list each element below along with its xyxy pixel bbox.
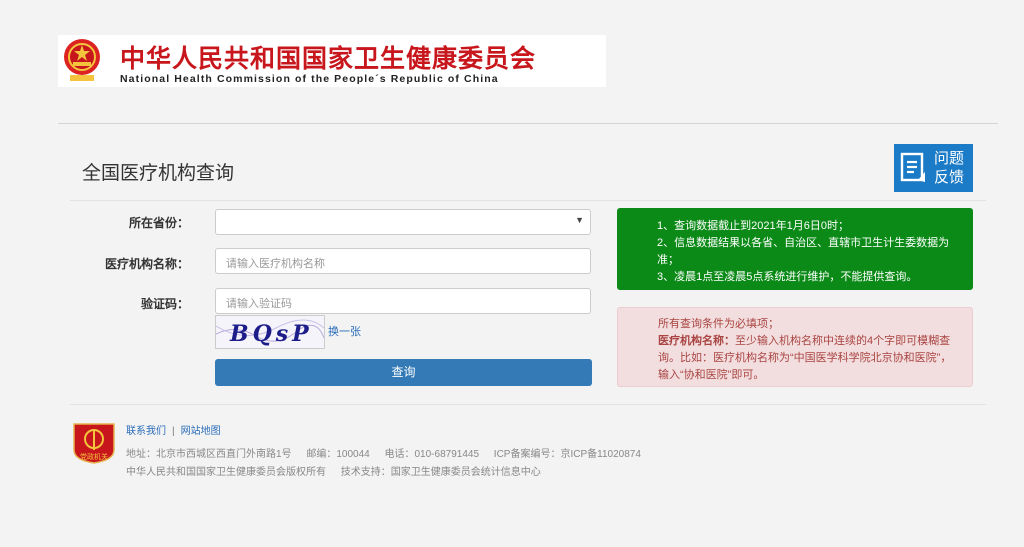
notice-item: 3、凌晨1点至凌晨5点系统进行维护，不能提供查询。 [657,271,918,283]
government-badge-icon[interactable]: 党政机关 [70,422,118,464]
footer-support: 技术支持：国家卫生健康委员会统计信息中心 [340,467,541,478]
feedback-button[interactable]: 问题 反馈 [894,144,973,192]
institution-name-label: 医疗机构名称： [104,257,189,271]
required-note: 所有查询条件为必填项； [658,318,779,330]
footer-contact-line: 地址：北京市西城区西直门外南路1号 邮编：100044 电话：010-68791… [126,445,653,460]
contact-us-link[interactable]: 联系我们 [126,426,166,437]
site-title-en: National Health Commission of the People… [120,73,499,85]
chevron-down-icon: ▼ [575,215,584,225]
feedback-label-line1: 问题 [934,150,965,167]
footer-icp: ICP备案编号：京ICP备11020874 [493,449,641,460]
notice-item: 1、查询数据截止到2021年1月6日0时； [657,220,849,232]
captcha-text: BQsP [229,321,313,347]
captcha-label: 验证码： [140,297,189,311]
sitemap-link[interactable]: 网站地图 [181,426,221,437]
query-button[interactable]: 查询 [215,359,592,386]
feedback-label-line2: 反馈 [934,169,965,186]
captcha-input[interactable]: 请输入验证码 [215,288,591,314]
page-title: 全国医疗机构查询 [82,163,235,184]
site-title-cn: 中华人民共和国国家卫生健康委员会 [120,44,537,73]
captcha-image[interactable]: BQsP [215,315,325,349]
footer-copyright-line: 中华人民共和国国家卫生健康委员会版权所有 技术支持：国家卫生健康委员会统计信息中… [126,463,553,478]
national-emblem-icon [64,39,100,81]
captcha-refresh-link[interactable]: 换一张 [328,323,361,339]
footer-copyright: 中华人民共和国国家卫生健康委员会版权所有 [126,467,326,478]
divider [70,200,986,201]
tip-label: 医疗机构名称： [658,335,735,347]
captcha-noise: BQsP [216,316,324,348]
divider [70,404,986,405]
institution-name-input[interactable]: 请输入医疗机构名称 [215,248,591,274]
tip-text: 医疗机构名称：至少输入机构名称中连续的4个字即可模糊查询。比如：医疗机构名称为“… [658,333,958,384]
divider [58,123,998,124]
link-separator: | [172,426,175,437]
province-select[interactable]: ▼ [215,209,591,235]
footer-postcode: 邮编：100044 [306,449,370,460]
badge-text: 党政机关 [80,452,108,461]
footer-links: 联系我们 | 网站地图 [126,422,221,437]
feedback-icon [900,152,925,182]
footer-phone: 电话：010-68791445 [384,449,480,460]
province-label: 所在省份： [128,216,189,230]
header-banner: 中华人民共和国国家卫生健康委员会 National Health Commiss… [58,35,606,87]
footer-address: 地址：北京市西城区西直门外南路1号 [126,449,292,460]
notice-item: 2、信息数据结果以各省、自治区、直辖市卫生计生委数据为准； [657,237,950,266]
data-notice-box: 1、查询数据截止到2021年1月6日0时； 2、信息数据结果以各省、自治区、直辖… [617,208,973,290]
search-tips-box: 所有查询条件为必填项； 医疗机构名称：至少输入机构名称中连续的4个字即可模糊查询… [617,307,973,387]
